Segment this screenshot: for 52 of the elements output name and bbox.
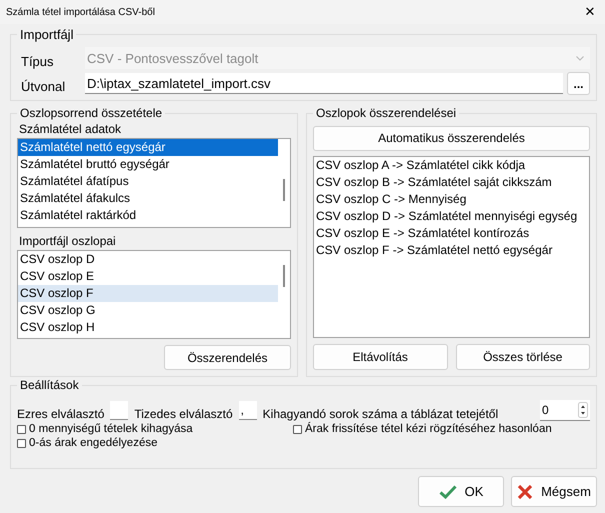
number-spinner[interactable]: 0: [540, 400, 590, 421]
scrollbar-thumb[interactable]: [283, 264, 285, 286]
ok-button[interactable]: OK: [418, 476, 504, 507]
window-title: Számla tétel importálása CSV-ből: [6, 6, 155, 18]
field-label: Ezres elválasztó: [17, 406, 104, 420]
checkbox[interactable]: [17, 438, 26, 448]
checkbox-label: Árak frissítése tétel kézi rögzítéséhez hasonlóan: [305, 423, 552, 435]
path-field[interactable]: D:\iptax_szamlatetel_import.csv: [85, 73, 563, 94]
check-icon: [438, 484, 457, 498]
remove-button[interactable]: Eltávolítás: [313, 344, 448, 370]
checkbox[interactable]: [17, 424, 26, 434]
chevron-icon: [576, 56, 584, 60]
close-button[interactable]: ✕: [575, 0, 605, 24]
list-item[interactable]: CSV oszlop E: [18, 268, 278, 284]
list-label: Importfájl oszlopai: [18, 234, 117, 250]
x-icon: [517, 484, 534, 500]
group-title: Importfájl: [17, 27, 76, 42]
spinner-arrows-icon: [578, 402, 588, 418]
group-title: Oszlopok összerendelései: [313, 106, 460, 120]
separator-field[interactable]: [110, 401, 128, 420]
assign-button[interactable]: Összerendelés: [164, 345, 291, 370]
scrollbar-thumb[interactable]: [283, 179, 285, 201]
mapping-item[interactable]: CSV oszlop C -> Mennyiség: [314, 190, 589, 208]
list-item[interactable]: Számlatétel bruttó egységár: [18, 156, 278, 173]
clear-all-button[interactable]: Összes törlése: [456, 344, 590, 370]
list-item[interactable]: Számlatétel raktárkód: [18, 207, 278, 224]
checkbox-label: 0-ás árak engedélyezése: [29, 437, 158, 449]
mapping-item[interactable]: CSV oszlop E -> Számlatétel kontírozás: [314, 224, 589, 242]
group-title: Oszlopsorrend összetétele: [17, 106, 166, 120]
field-label: Útvonal: [20, 78, 66, 94]
list-item[interactable]: Számlatétel áfakulcs: [18, 190, 278, 207]
list-label: Számlatétel adatok: [18, 122, 122, 138]
browse-button[interactable]: ...: [567, 72, 590, 95]
cancel-button[interactable]: Mégsem: [511, 476, 597, 507]
list-item[interactable]: CSV oszlop D: [18, 250, 278, 268]
list-item[interactable]: CSV oszlop F: [18, 284, 278, 302]
list-item[interactable]: Számlatétel áfatípus: [18, 173, 278, 190]
field-label: Típus: [20, 52, 55, 68]
list-item[interactable]: CSV oszlop G: [18, 302, 278, 318]
field-label: Tizedes elválasztó: [134, 406, 233, 420]
group-title: Beállítások: [17, 378, 82, 392]
checkbox[interactable]: [293, 424, 302, 434]
mapping-item[interactable]: CSV oszlop F -> Számlatétel nettó egységár: [314, 242, 589, 259]
mapping-item[interactable]: CSV oszlop B -> Számlatétel saját cikkszám: [314, 174, 589, 191]
list-item[interactable]: Számlatétel nettó egységár: [18, 139, 278, 156]
mapping-item[interactable]: CSV oszlop A -> Számlatétel cikk kódja: [314, 156, 589, 174]
list-item[interactable]: CSV oszlop H: [18, 318, 278, 336]
mapping-item[interactable]: CSV oszlop D -> Számlatétel mennyiségi egység: [314, 208, 589, 225]
field-label: Kihagyandó sorok száma a táblázat tetejétől: [262, 406, 500, 420]
auto-assign-button[interactable]: Automatikus összerendelés: [313, 126, 590, 151]
checkbox-label: 0 mennyiségű tételek kihagyása: [29, 423, 193, 435]
separator-field[interactable]: ,: [238, 401, 257, 420]
